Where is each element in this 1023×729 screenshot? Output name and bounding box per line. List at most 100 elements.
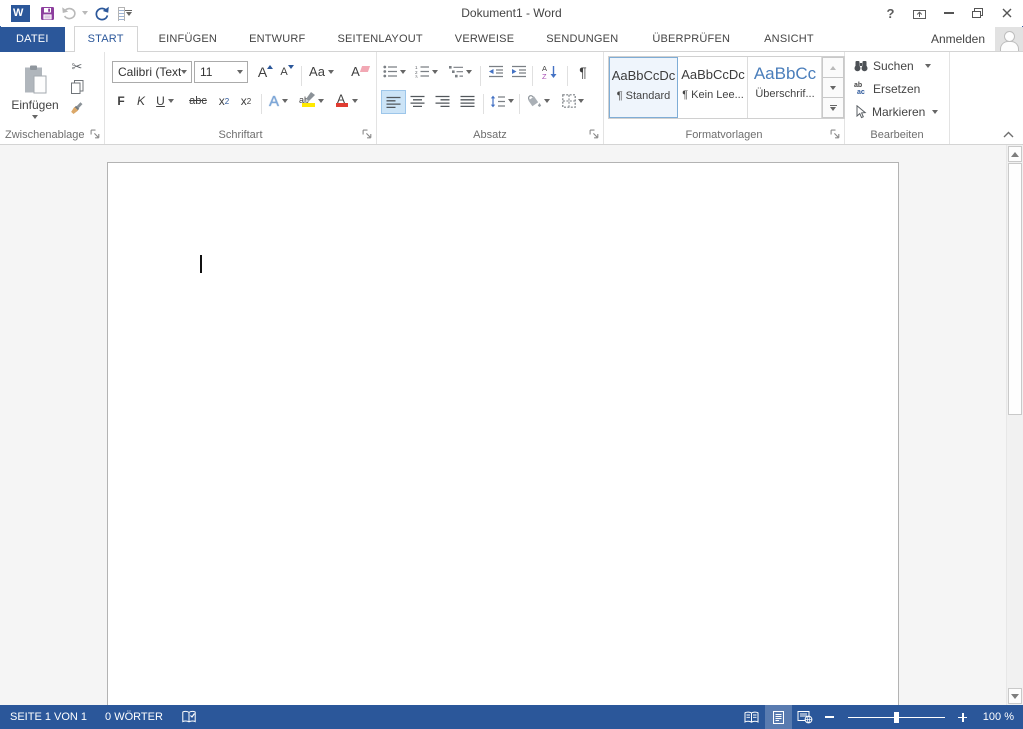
underline-button[interactable]: U: [152, 90, 178, 112]
tab-entwurf[interactable]: ENTWURF: [236, 27, 318, 52]
account-avatar[interactable]: [995, 27, 1023, 52]
multilevel-list-button[interactable]: [445, 60, 476, 83]
collapse-ribbon-button[interactable]: [999, 127, 1017, 141]
minimize-icon: [944, 12, 954, 14]
shading-caret-icon: [544, 99, 550, 103]
undo-button[interactable]: [61, 1, 88, 25]
tab-verweise[interactable]: VERWEISE: [442, 27, 527, 52]
group-clipboard: Einfügen ✂: [0, 52, 105, 144]
web-layout-button[interactable]: [792, 705, 819, 729]
increase-indent-button[interactable]: [508, 60, 529, 83]
cut-button[interactable]: ✂: [66, 58, 88, 76]
shrink-font-button[interactable]: A: [277, 60, 297, 83]
scroll-up-arrow-icon: [1011, 152, 1019, 157]
tab-ueberpruefen[interactable]: ÜBERPRÜFEN: [639, 27, 743, 52]
numbering-caret-icon: [432, 70, 438, 74]
document-canvas[interactable]: [0, 145, 1006, 705]
word-count-indicator[interactable]: 0 WÖRTER: [96, 705, 172, 729]
grow-font-button[interactable]: A: [255, 60, 276, 83]
align-left-button[interactable]: [381, 90, 406, 114]
zoom-out-button[interactable]: [819, 705, 841, 729]
styles-scroll-up-button[interactable]: [822, 57, 844, 78]
copy-button[interactable]: [66, 78, 88, 96]
font-name-combobox[interactable]: Calibri (Textk: [112, 61, 192, 83]
show-paragraph-marks-button[interactable]: ¶: [572, 60, 594, 83]
clear-formatting-button[interactable]: A: [348, 60, 372, 83]
superscript-button[interactable]: x2: [236, 90, 256, 112]
styles-more-button[interactable]: [822, 97, 844, 118]
bullets-button[interactable]: [381, 60, 407, 83]
word-app-icon[interactable]: W: [7, 1, 34, 25]
proofing-status-button[interactable]: [172, 705, 206, 729]
scrollbar-thumb[interactable]: [1008, 163, 1022, 415]
justify-icon: [460, 95, 475, 108]
ribbon-display-options-button[interactable]: [905, 1, 934, 25]
numbering-button[interactable]: 123: [411, 60, 441, 83]
redo-button[interactable]: [88, 1, 115, 25]
scrollbar-up-button[interactable]: [1008, 146, 1022, 162]
tab-seitenlayout[interactable]: SEITENLAYOUT: [324, 27, 435, 52]
change-case-button[interactable]: Aa: [306, 60, 337, 83]
highlight-color-button[interactable]: ab: [296, 90, 327, 112]
bold-button[interactable]: F: [112, 90, 130, 112]
strikethrough-button[interactable]: abc: [185, 90, 211, 112]
styles-dialog-launcher[interactable]: [830, 129, 841, 140]
style-kein-leerraum[interactable]: AaBbCcDc ¶ Kein Lee...: [679, 57, 748, 118]
help-button[interactable]: ?: [876, 1, 905, 25]
ribbon-display-options-icon: [912, 7, 927, 20]
editing-group-label: Bearbeiten: [845, 128, 949, 142]
sign-in-link[interactable]: Anmelden: [931, 27, 995, 52]
scrollbar-down-button[interactable]: [1008, 688, 1022, 704]
shading-bucket-icon: [526, 94, 542, 108]
scroll-up-icon: [830, 66, 836, 70]
font-size-combobox[interactable]: 11: [194, 61, 248, 83]
line-spacing-button[interactable]: [487, 90, 516, 112]
shading-button[interactable]: [523, 90, 553, 112]
font-color-button[interactable]: A: [332, 90, 362, 112]
zoom-level-button[interactable]: 100 %: [974, 705, 1023, 729]
tab-ansicht[interactable]: ANSICHT: [751, 27, 827, 52]
clipboard-dialog-launcher[interactable]: [90, 129, 101, 140]
tab-start[interactable]: START: [74, 26, 138, 52]
text-effects-button[interactable]: A: [265, 90, 292, 112]
style-name: ¶ Standard: [610, 90, 677, 102]
font-color-caret-icon: [352, 99, 358, 103]
decrease-indent-button[interactable]: [485, 60, 506, 83]
borders-button[interactable]: [558, 90, 588, 112]
document-page[interactable]: [107, 162, 899, 706]
align-center-button[interactable]: [406, 90, 429, 112]
style-standard[interactable]: AaBbCcDc ¶ Standard: [609, 57, 678, 118]
close-button[interactable]: [992, 1, 1021, 25]
replace-button[interactable]: ab ac Ersetzen: [854, 80, 920, 97]
italic-button[interactable]: K: [132, 90, 150, 112]
zoom-slider-thumb[interactable]: [894, 712, 899, 723]
justify-button[interactable]: [456, 90, 479, 112]
paste-button[interactable]: Einfügen: [8, 56, 62, 128]
font-dialog-launcher[interactable]: [362, 129, 373, 140]
minimize-button[interactable]: [934, 1, 963, 25]
align-right-button[interactable]: [431, 90, 454, 112]
tab-sendungen[interactable]: SENDUNGEN: [533, 27, 631, 52]
read-mode-button[interactable]: [738, 705, 765, 729]
restore-button[interactable]: [963, 1, 992, 25]
tab-einfuegen[interactable]: EINFÜGEN: [146, 27, 230, 52]
styles-scroll-down-button[interactable]: [822, 77, 844, 98]
save-button[interactable]: [34, 1, 61, 25]
quick-access-toolbar: W: [0, 1, 142, 25]
format-painter-button[interactable]: [64, 98, 88, 120]
zoom-in-button[interactable]: [952, 705, 974, 729]
text-cursor: [200, 255, 202, 273]
tab-datei[interactable]: DATEI: [0, 27, 65, 52]
grow-font-up-icon: [267, 65, 273, 69]
paragraph-dialog-launcher[interactable]: [589, 129, 600, 140]
vertical-scrollbar[interactable]: [1006, 145, 1023, 705]
find-button[interactable]: Suchen: [854, 57, 931, 74]
zoom-slider[interactable]: [848, 717, 945, 718]
select-button[interactable]: Markieren: [854, 103, 938, 120]
style-ueberschrift-1[interactable]: AaBbCc Überschrif...: [749, 57, 822, 118]
subscript-button[interactable]: x2: [214, 90, 234, 112]
sort-button[interactable]: A Z: [537, 60, 563, 83]
page-count-indicator[interactable]: SEITE 1 VON 1: [0, 705, 96, 729]
print-layout-button[interactable]: [765, 705, 792, 729]
format-painter-icon: [68, 101, 85, 118]
